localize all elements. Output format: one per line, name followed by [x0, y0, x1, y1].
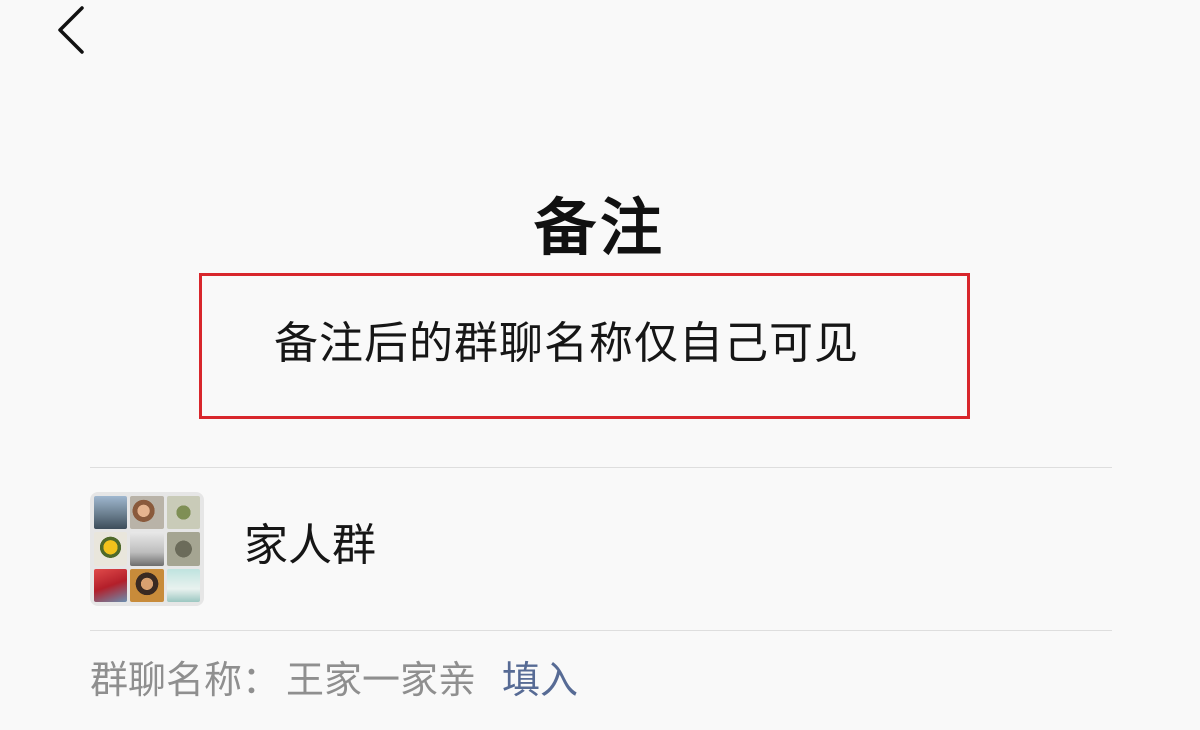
avatar-tile [94, 568, 128, 602]
divider-top [90, 467, 1112, 468]
fill-in-link[interactable]: 填入 [502, 658, 578, 702]
avatar-tile [130, 568, 164, 602]
hint-text: 备注后的群聊名称仅自己可见 [274, 318, 859, 369]
group-name-row: 群聊名称： 王家一家亲 填入 [90, 652, 578, 708]
avatar-tile [130, 496, 164, 530]
avatar-tile [94, 496, 128, 530]
group-name-value: 王家一家亲 [286, 658, 477, 702]
page-title: 备注 [533, 191, 666, 264]
avatar-tile [166, 496, 200, 530]
avatar-tile [166, 532, 200, 566]
avatar-tile [130, 532, 164, 566]
avatar-tile [166, 568, 200, 602]
group-name-label: 群聊名称： [90, 658, 281, 702]
avatar-tile [94, 532, 128, 566]
group-name: 家人群 [244, 520, 376, 571]
divider-bottom [90, 630, 1112, 631]
back-button[interactable] [48, 2, 98, 58]
group-row[interactable]: 家人群 [90, 490, 1112, 608]
hint-highlight-box: 备注后的群聊名称仅自己可见 [199, 273, 970, 419]
chevron-left-icon [58, 6, 84, 54]
group-avatar-grid-icon [90, 492, 204, 606]
